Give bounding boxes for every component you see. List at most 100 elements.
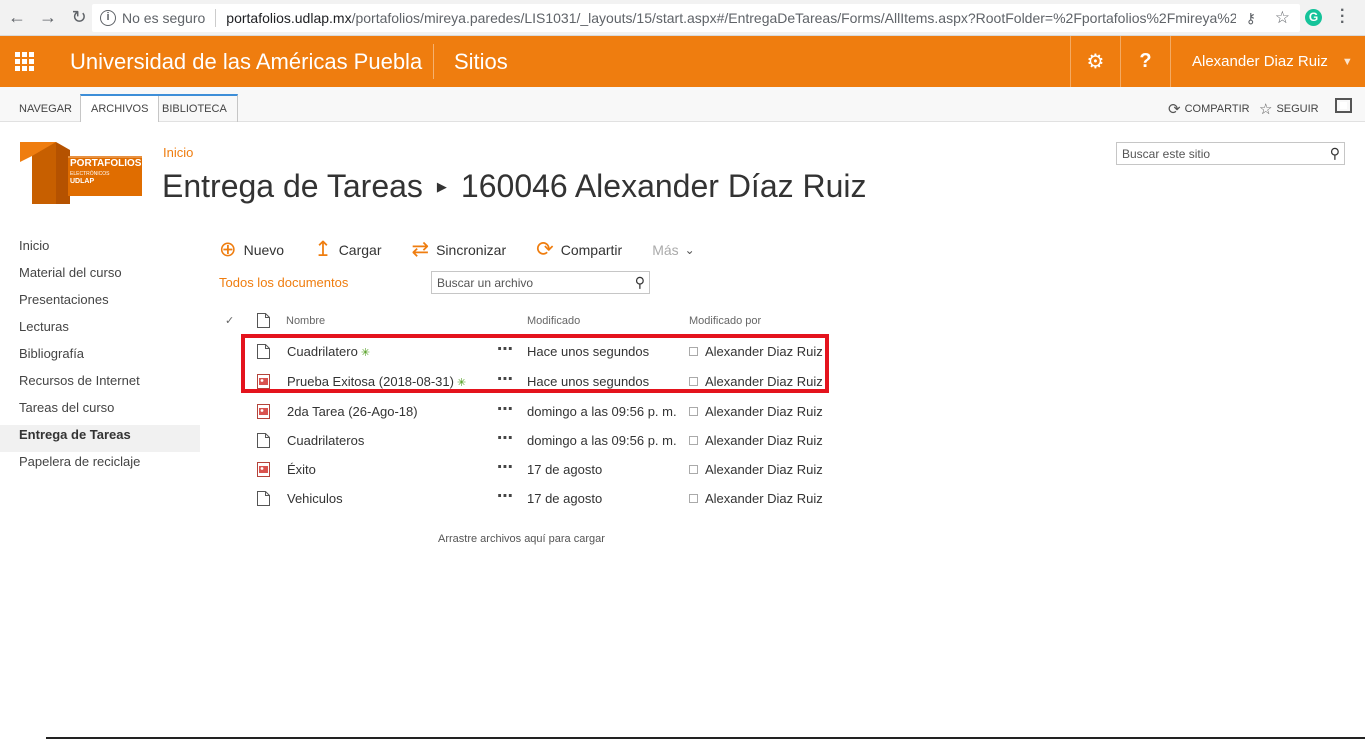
page-title: Entrega de Tareas ▶ 160046 Alexander Díaz … bbox=[162, 168, 867, 205]
brand-title[interactable]: Universidad de las Américas Puebla bbox=[70, 49, 422, 75]
new-button[interactable]: ⊕ Nuevo bbox=[219, 238, 285, 261]
file-name: Cuadrilateros bbox=[287, 433, 365, 448]
nav-item-material[interactable]: Material del curso bbox=[0, 263, 200, 290]
breadcrumb-home-link[interactable]: Inicio bbox=[163, 145, 193, 160]
search-icon[interactable]: ⚲ bbox=[635, 274, 645, 291]
item-menu-icon[interactable]: ⋯ bbox=[497, 399, 513, 419]
key-icon[interactable]: ⚷ bbox=[1246, 10, 1256, 27]
share-button[interactable]: ⟳ Compartir bbox=[536, 238, 623, 261]
help-icon[interactable]: ? bbox=[1120, 36, 1170, 87]
drop-zone-hint: Arrastre archivos aquí para cargar bbox=[438, 533, 605, 545]
follow-label: SEGUIR bbox=[1276, 103, 1319, 115]
user-menu[interactable]: Alexander Diaz Ruiz ▼ bbox=[1170, 36, 1365, 87]
file-name-link[interactable]: Éxito bbox=[287, 462, 316, 477]
presence-checkbox[interactable] bbox=[689, 494, 698, 503]
suite-divider bbox=[433, 44, 434, 79]
nav-item-recursos[interactable]: Recursos de Internet bbox=[0, 371, 200, 398]
ribbon: NAVEGAR ARCHIVOS BIBLIOTECA ⟳ COMPARTIR … bbox=[0, 87, 1365, 122]
share-icon: ⟳ bbox=[536, 238, 554, 261]
info-icon[interactable]: i bbox=[100, 10, 116, 26]
left-navigation: Inicio Material del curso Presentaciones… bbox=[0, 236, 200, 479]
nav-item-inicio[interactable]: Inicio bbox=[0, 236, 200, 263]
security-label[interactable]: No es seguro bbox=[122, 10, 205, 26]
item-menu-icon[interactable]: ⋯ bbox=[497, 486, 513, 506]
settings-gear-icon[interactable]: ⚙ bbox=[1070, 36, 1120, 87]
share-page-button[interactable]: ⟳ COMPARTIR bbox=[1168, 100, 1250, 118]
item-menu-icon[interactable]: ⋯ bbox=[497, 457, 513, 477]
command-bar: ⊕ Nuevo ↥ Cargar ⇄ Sincronizar ⟳ Compart… bbox=[219, 236, 725, 264]
new-label: Nuevo bbox=[243, 242, 285, 258]
file-name-link[interactable]: Vehiculos bbox=[287, 491, 343, 506]
tab-archivos[interactable]: ARCHIVOS bbox=[80, 94, 160, 122]
upload-button[interactable]: ↥ Cargar bbox=[314, 239, 382, 260]
star-icon: ☆ bbox=[1259, 101, 1273, 118]
nav-item-tareas[interactable]: Tareas del curso bbox=[0, 398, 200, 425]
grammarly-extension-icon[interactable]: G bbox=[1305, 9, 1322, 26]
modified-date: 17 de agosto bbox=[527, 491, 603, 506]
item-menu-icon[interactable]: ⋯ bbox=[497, 428, 513, 448]
presence-checkbox[interactable] bbox=[689, 407, 698, 416]
nav-item-lecturas[interactable]: Lecturas bbox=[0, 317, 200, 344]
url-text[interactable]: portafolios.udlap.mx/portafolios/mireya.… bbox=[226, 10, 1236, 26]
image-file-icon bbox=[257, 462, 270, 477]
sync-icon: ⇄ bbox=[411, 238, 430, 261]
site-search-input[interactable]: Buscar este sitio ⚲ bbox=[1116, 142, 1345, 165]
table-row[interactable]: 2da Tarea (26-Ago-18) ⋯ domingo a las 09:5… bbox=[219, 396, 839, 425]
file-search-input[interactable]: Buscar un archivo ⚲ bbox=[431, 271, 650, 294]
omnibox-divider bbox=[215, 9, 217, 27]
browser-menu-icon[interactable]: · · · bbox=[1340, 3, 1346, 31]
file-name-link[interactable]: Cuadrilateros bbox=[287, 433, 364, 448]
back-arrow-icon[interactable]: ← bbox=[3, 4, 31, 32]
share-page-label: COMPARTIR bbox=[1184, 103, 1250, 115]
nav-item-bibliografia[interactable]: Bibliografía bbox=[0, 344, 200, 371]
tab-biblioteca[interactable]: BIBLIOTECA bbox=[152, 94, 238, 122]
select-all-checkmark-icon[interactable]: ✓ bbox=[225, 308, 234, 334]
address-bar[interactable]: i No es seguro portafolios.udlap.mx/port… bbox=[92, 4, 1300, 32]
share-icon: ⟳ bbox=[1168, 101, 1181, 118]
upload-label: Cargar bbox=[338, 242, 382, 258]
nav-item-papelera[interactable]: Papelera de reciclaje bbox=[0, 452, 200, 479]
sites-link[interactable]: Sitios bbox=[454, 49, 508, 75]
table-row[interactable]: Cuadrilateros ⋯ domingo a las 09:56 p. m. A… bbox=[219, 425, 839, 454]
nav-item-entrega[interactable]: Entrega de Tareas bbox=[0, 425, 200, 452]
url-path: /portafolios/mireya.paredes/LIS1031/_lay… bbox=[351, 10, 1237, 26]
logo-udlap: UDLAP bbox=[70, 178, 95, 185]
presence-checkbox[interactable] bbox=[689, 436, 698, 445]
browser-toolbar: ← → ↻ i No es seguro portafolios.udlap.m… bbox=[0, 0, 1365, 36]
file-type-header-icon bbox=[257, 313, 270, 328]
nav-item-presentaciones[interactable]: Presentaciones bbox=[0, 290, 200, 317]
reload-icon[interactable]: ↻ bbox=[65, 4, 93, 32]
column-header-name[interactable]: Nombre bbox=[286, 308, 325, 334]
modified-by-link[interactable]: Alexander Diaz Ruiz bbox=[705, 462, 823, 477]
more-button[interactable]: Más ⌄ bbox=[652, 242, 695, 258]
follow-button[interactable]: ☆ SEGUIR bbox=[1259, 100, 1319, 118]
table-row[interactable]: Éxito ⋯ 17 de agosto Alexander Diaz Ruiz bbox=[219, 454, 839, 483]
modified-by-link[interactable]: Alexander Diaz Ruiz bbox=[705, 491, 823, 506]
url-host: portafolios.udlap.mx bbox=[226, 10, 352, 26]
modified-date: domingo a las 09:56 p. m. bbox=[527, 433, 677, 448]
modified-by-link[interactable]: Alexander Diaz Ruiz bbox=[705, 433, 823, 448]
sync-button[interactable]: ⇄ Sincronizar bbox=[411, 238, 506, 261]
file-search-placeholder: Buscar un archivo bbox=[437, 276, 534, 290]
chevron-down-icon: ▼ bbox=[1341, 55, 1353, 68]
presence-checkbox[interactable] bbox=[689, 465, 698, 474]
table-row[interactable]: Vehiculos ⋯ 17 de agosto Alexander Diaz Rui… bbox=[219, 483, 839, 512]
focus-mode-icon[interactable] bbox=[1335, 98, 1352, 113]
folder-title: 160046 Alexander Díaz Ruiz bbox=[460, 168, 867, 204]
forward-arrow-icon[interactable]: → bbox=[34, 4, 62, 32]
file-name-link[interactable]: 2da Tarea (26-Ago-18) bbox=[287, 404, 418, 419]
column-header-modified[interactable]: Modificado bbox=[527, 308, 580, 334]
file-name: Vehiculos bbox=[287, 491, 343, 506]
tab-navegar[interactable]: NAVEGAR bbox=[9, 94, 82, 122]
breadcrumb-arrow-icon: ▶ bbox=[436, 179, 447, 194]
modified-by-link[interactable]: Alexander Diaz Ruiz bbox=[705, 404, 823, 419]
image-file-icon bbox=[257, 404, 270, 419]
library-title-link[interactable]: Entrega de Tareas bbox=[162, 168, 423, 204]
share-label: Compartir bbox=[560, 242, 623, 258]
view-all-documents-link[interactable]: Todos los documentos bbox=[219, 275, 348, 290]
plus-circle-icon: ⊕ bbox=[219, 238, 237, 261]
app-launcher-icon[interactable] bbox=[0, 36, 48, 87]
search-icon[interactable]: ⚲ bbox=[1330, 145, 1340, 162]
bookmark-star-icon[interactable]: ☆ bbox=[1275, 8, 1290, 28]
column-header-modified-by[interactable]: Modificado por bbox=[689, 308, 761, 334]
